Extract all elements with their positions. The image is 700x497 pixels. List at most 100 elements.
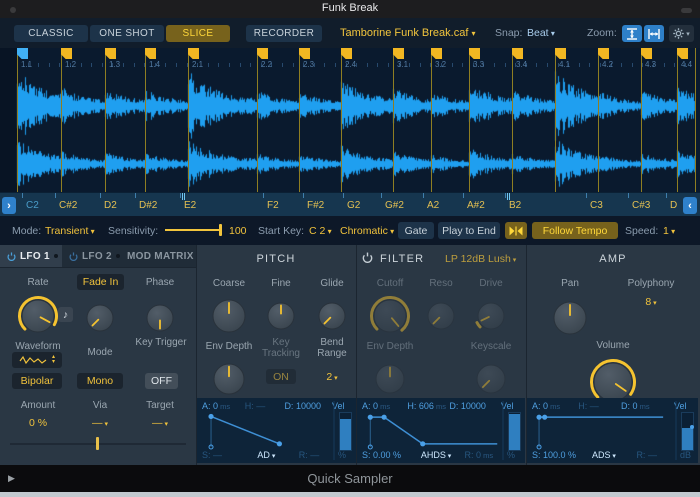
pitch-key-tracking-button[interactable]: ON — [266, 369, 296, 384]
slice-key-A2[interactable]: A2 — [427, 200, 439, 211]
tab-one-shot[interactable]: ONE SHOT — [90, 25, 164, 42]
zoom-vertical-button[interactable] — [622, 25, 642, 42]
sample-end-line[interactable] — [695, 48, 696, 192]
sensitivity-slider-track[interactable] — [165, 229, 221, 231]
pitch-glide-knob[interactable] — [313, 297, 351, 335]
pitch-envelope-display[interactable]: A: 0 ms H: — D: 10000 Vel S: — AD ▾ R: —% — [197, 398, 356, 463]
mode-select[interactable]: Transient ▾ — [45, 225, 95, 237]
filter-type-select[interactable]: LP 12dB Lush ▾ — [445, 253, 516, 265]
pitch-env-depth-knob[interactable] — [208, 358, 250, 400]
pitch-bend-range-select[interactable]: 2 ▾ — [326, 371, 337, 383]
slice-flag[interactable] — [188, 48, 199, 59]
sensitivity-slider-handle[interactable] — [219, 224, 222, 236]
tab-lfo2[interactable]: LFO 2 — [62, 245, 120, 267]
slice-flag[interactable] — [555, 48, 566, 59]
slice-flag[interactable] — [105, 48, 116, 59]
slice-line[interactable] — [469, 48, 470, 192]
slice-flag[interactable] — [469, 48, 480, 59]
filter-env-graph[interactable] — [357, 398, 525, 463]
waveform-display[interactable]: 1.11.21.31.42.12.22.32.43.13.23.33.44.14… — [0, 48, 700, 192]
slice-key-E2[interactable]: E2 — [184, 200, 196, 211]
pitch-env-velocity-bar[interactable] — [339, 412, 352, 451]
slice-key-Gs2[interactable]: G#2 — [385, 200, 404, 211]
slice-flag-selected[interactable] — [17, 48, 28, 59]
slice-line[interactable] — [393, 48, 394, 192]
lfo-rate-knob[interactable] — [16, 294, 60, 338]
amp-env-velocity-handle[interactable] — [690, 424, 694, 429]
amp-polyphony-select[interactable]: 8 ▾ — [645, 296, 656, 308]
scale-select[interactable]: Chromatic ▾ — [340, 225, 394, 237]
pitch-env-graph[interactable] — [197, 398, 356, 463]
lfo-phase-knob[interactable] — [141, 299, 179, 337]
sensitivity-value[interactable]: 100 — [229, 225, 247, 237]
slice-flag[interactable] — [257, 48, 268, 59]
slice-key-G2[interactable]: G2 — [347, 200, 360, 211]
flex-button[interactable] — [505, 222, 527, 239]
sample-file-select[interactable]: Tamborine Funk Break.caf ▾ — [340, 27, 475, 39]
slice-key-D[interactable]: D — [670, 200, 677, 211]
start-key-select[interactable]: C 2 ▾ — [309, 225, 332, 237]
slice-key-As2[interactable]: A#2 — [467, 200, 485, 211]
pitch-coarse-knob[interactable] — [207, 294, 251, 338]
filter-keyscale-knob[interactable] — [471, 359, 511, 399]
slice-flag[interactable] — [393, 48, 404, 59]
filter-power-icon[interactable] — [362, 252, 373, 263]
slice-flag[interactable] — [431, 48, 442, 59]
slice-line[interactable] — [299, 48, 300, 192]
lfo-waveform-select[interactable]: ▴ ▾ — [12, 352, 62, 368]
slice-flag[interactable] — [299, 48, 310, 59]
tab-classic[interactable]: CLASSIC — [14, 25, 88, 42]
play-to-end-button[interactable]: Play to End — [438, 222, 500, 239]
slice-line[interactable] — [61, 48, 62, 192]
slice-line[interactable] — [341, 48, 342, 192]
slice-key-D2[interactable]: D2 — [104, 200, 117, 211]
lfo-key-trigger-button[interactable]: OFF — [145, 373, 178, 389]
slice-key-Ds2[interactable]: D#2 — [139, 200, 157, 211]
slice-line[interactable] — [145, 48, 146, 192]
slice-key-Cs2[interactable]: C#2 — [59, 200, 77, 211]
pitch-fine-knob[interactable] — [262, 297, 300, 335]
slice-flag[interactable] — [512, 48, 523, 59]
tab-mod-matrix[interactable]: MOD MATRIX — [120, 245, 196, 267]
filter-envelope-display[interactable]: A: 0 ms H: 606 ms D: 10000 Vel S: 0.00 % AHDS… — [357, 398, 525, 463]
tab-slice[interactable]: SLICE — [166, 25, 230, 42]
slice-line[interactable] — [17, 48, 18, 192]
slice-flag[interactable] — [677, 48, 688, 59]
lfo-mode-select[interactable]: Mono — [77, 373, 123, 389]
filter-cutoff-knob[interactable] — [368, 294, 412, 338]
window-link-button[interactable] — [681, 8, 692, 13]
slice-line[interactable] — [431, 48, 432, 192]
slice-line[interactable] — [677, 48, 678, 192]
filter-env-velocity-bar[interactable] — [508, 412, 521, 451]
slice-key-Fs2[interactable]: F#2 — [307, 200, 324, 211]
filter-reso-knob[interactable] — [422, 297, 460, 335]
slice-flag[interactable] — [341, 48, 352, 59]
lfo-amount-value[interactable]: 0 % — [29, 417, 47, 429]
slice-key-B2[interactable]: B2 — [509, 200, 521, 211]
settings-button[interactable]: ▾ — [669, 25, 694, 42]
amp-envelope-display[interactable]: A: 0 ms H: — D: 0 ms Vel S: 100.0 % ADS ▾ R: —… — [527, 398, 698, 463]
lfo-fade-select[interactable]: Fade In — [77, 274, 124, 290]
lfo-polarity-button[interactable]: Bipolar — [12, 373, 62, 389]
slice-line[interactable] — [641, 48, 642, 192]
slice-key-strip[interactable]: › ‹ C2 C#2 D2 D#2 E2 F2 F#2 G2 G#2 A2 A#2 B2 C3 C#3 D — [0, 192, 700, 217]
slice-line[interactable] — [598, 48, 599, 192]
tab-lfo1[interactable]: LFO 1 — [0, 245, 62, 267]
lfo-target-select[interactable]: — ▾ — [152, 417, 168, 429]
scroll-keys-right-button[interactable]: ‹ — [683, 197, 697, 214]
slice-line[interactable] — [105, 48, 106, 192]
slice-flag[interactable] — [641, 48, 652, 59]
gate-button[interactable]: Gate — [398, 222, 434, 239]
lfo-rate-sync-button[interactable]: ♪ — [58, 307, 73, 322]
filter-env-depth-knob[interactable] — [370, 359, 410, 399]
slice-line[interactable] — [257, 48, 258, 192]
slice-flag[interactable] — [61, 48, 72, 59]
filter-drive-knob[interactable] — [472, 297, 510, 335]
speed-select[interactable]: 1 ▾ — [663, 225, 675, 237]
slice-line[interactable] — [188, 48, 189, 192]
zoom-horizontal-button[interactable] — [644, 25, 664, 42]
lfo-via-select[interactable]: — ▾ — [92, 417, 108, 429]
amp-pan-knob[interactable] — [548, 296, 592, 340]
follow-tempo-button[interactable]: Follow Tempo — [532, 222, 618, 239]
slice-key-Cs3[interactable]: C#3 — [632, 200, 650, 211]
